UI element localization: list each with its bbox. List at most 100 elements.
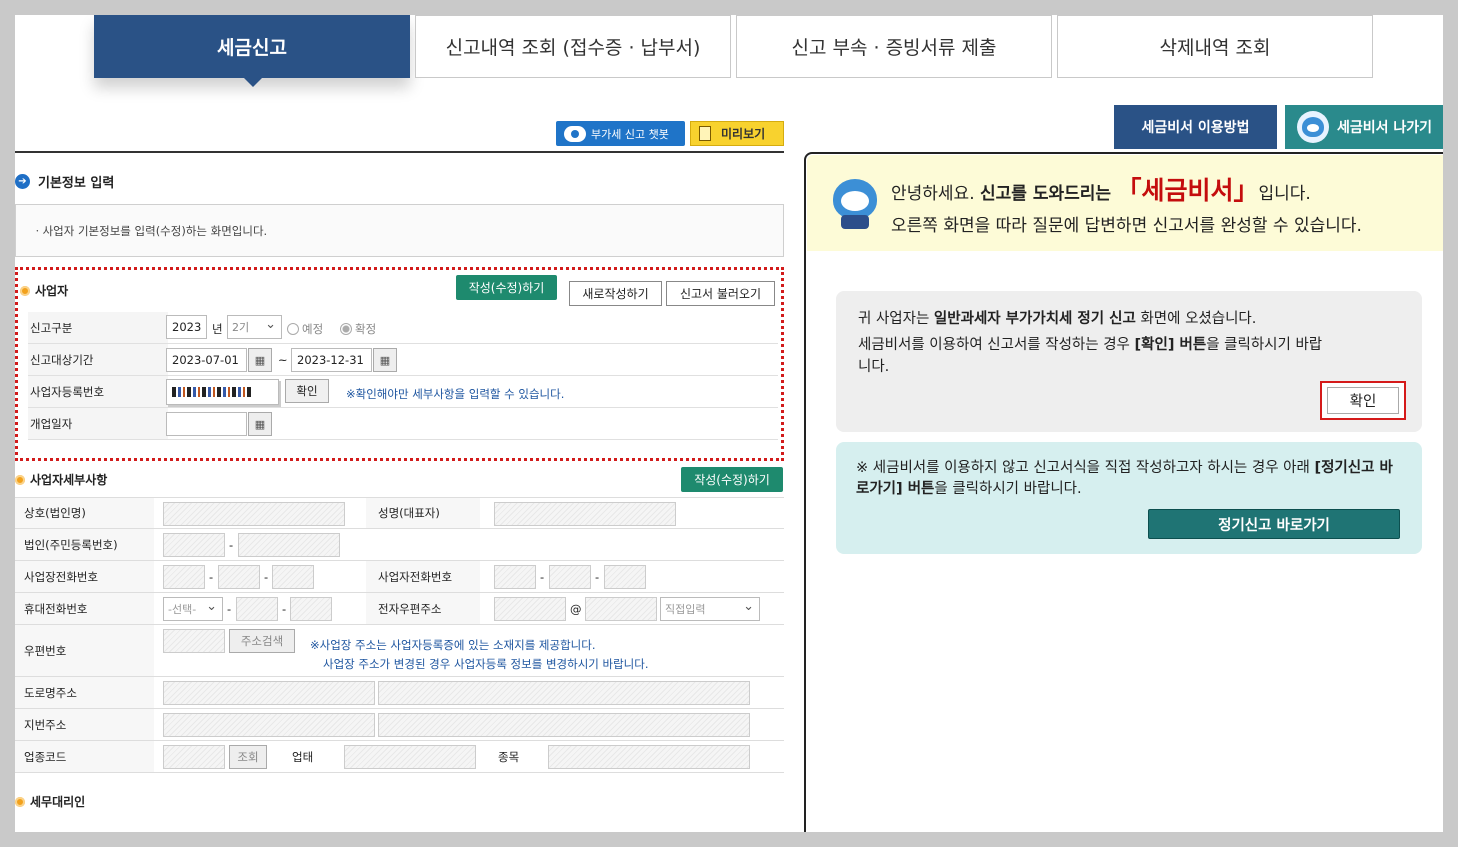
jibun-address-1[interactable] <box>163 713 375 737</box>
rep-input[interactable] <box>494 502 676 526</box>
calendar-icon[interactable]: ▦ <box>248 348 272 372</box>
biz-phone-1[interactable] <box>163 565 205 589</box>
business-edit-button[interactable]: 작성(수정)하기 <box>456 275 557 300</box>
email-id-input[interactable] <box>494 597 566 621</box>
period-start-input[interactable]: 2023-07-01 <box>166 348 247 372</box>
address-search-button[interactable]: 주소검색 <box>229 629 295 653</box>
biz-phone2-2[interactable] <box>549 565 591 589</box>
brn-label: 사업자등록번호 <box>28 376 168 407</box>
greeting-line-1: 안녕하세요. 신고를 도와드리는 「세금비서」입니다. <box>891 171 1311 207</box>
period-select[interactable]: 2기 <box>227 315 282 339</box>
exit-label: 세금비서 나가기 <box>1337 120 1433 136</box>
confirm-button[interactable]: 확인 <box>1327 387 1399 414</box>
greet-bold: 신고를 도와드리는 <box>980 184 1112 204</box>
calendar-icon[interactable]: ▦ <box>248 412 272 436</box>
page-container: 세금신고 신고내역 조회 (접수증 · 납부서) 신고 부속 · 증빙서류 제출… <box>15 15 1443 832</box>
dash: - <box>540 570 545 584</box>
brn-note: ※확인해야만 세부사항을 입력할 수 있습니다. <box>346 387 565 401</box>
zip-input[interactable] <box>163 629 225 653</box>
msg1-pre: 귀 사업자는 <box>858 311 930 327</box>
item-input[interactable] <box>548 745 750 769</box>
dash: - <box>264 570 269 584</box>
detail-edit-button[interactable]: 작성(수정)하기 <box>681 467 783 492</box>
mascot-icon <box>825 173 883 231</box>
road-address-1[interactable] <box>163 681 375 705</box>
chatbot-icon <box>564 125 586 142</box>
biz-phone-2[interactable] <box>218 565 260 589</box>
row-industry: 업종코드 조회 업태 종목 <box>15 741 784 773</box>
email-at: @ <box>570 602 582 616</box>
period-label: 신고대상기간 <box>28 344 168 375</box>
zip-label: 우편번호 <box>15 625 154 676</box>
assistant-exit-button[interactable]: 세금비서 나가기 <box>1285 105 1443 149</box>
business-highlight-box: 사업자 작성(수정)하기 새로작성하기 신고서 불러오기 신고구분 2023 년… <box>15 267 784 461</box>
preview-button[interactable]: 미리보기 <box>690 121 784 146</box>
mobile-prefix-select[interactable]: -선택- <box>163 597 223 621</box>
company-input[interactable] <box>163 502 345 526</box>
dash: - <box>227 602 232 616</box>
tab-attachments[interactable]: 신고 부속 · 증빙서류 제출 <box>736 15 1052 78</box>
bullet-icon <box>20 285 30 296</box>
bullet-icon <box>15 474 25 485</box>
period-end-input[interactable]: 2023-12-31 <box>291 348 372 372</box>
direct-post: 을 클릭하시기 바랍니다. <box>934 481 1082 497</box>
year-unit: 년 <box>212 322 223 336</box>
email-domain-select[interactable]: 직접입력 <box>660 597 760 621</box>
regular-filing-shortcut-button[interactable]: 정기신고 바로가기 <box>1148 509 1400 539</box>
chatbot-label: 부가세 신고 챗봇 <box>591 127 669 141</box>
email-label: 전자우편주소 <box>366 593 480 624</box>
industry-code-input[interactable] <box>163 745 225 769</box>
load-report-button[interactable]: 신고서 불러오기 <box>666 281 775 306</box>
biz-phone2-1[interactable] <box>494 565 536 589</box>
open-date-input[interactable] <box>166 412 247 436</box>
message-line-2: 세금비서를 이용하여 신고서를 작성하는 경우 [확인] 버튼을 클릭하시기 바… <box>858 334 1328 378</box>
dash: - <box>595 570 600 584</box>
jibun-address-2[interactable] <box>378 713 750 737</box>
greeting-line-2: 오른쪽 화면을 따라 질문에 답변하면 신고서를 완성할 수 있습니다. <box>891 216 1362 236</box>
radio-final[interactable]: 확정 <box>340 321 376 337</box>
corp-id-input1[interactable] <box>163 533 225 557</box>
brn-input[interactable] <box>166 379 279 405</box>
direct-write-message: ※ 세금비서를 이용하지 않고 신고서식을 직접 작성하고자 하시는 경우 아래… <box>836 442 1422 554</box>
road-address-2[interactable] <box>378 681 750 705</box>
biz-phone-3[interactable] <box>272 565 314 589</box>
message-line-1: 귀 사업자는 일반과세자 부가가치세 정기 신고 화면에 오셨습니다. <box>858 307 1256 328</box>
row-corp-id: 법인(주민등록번호) - <box>15 529 784 561</box>
assistant-usage-button[interactable]: 세금비서 이용방법 <box>1114 105 1277 149</box>
detail-title-text: 사업자세부사항 <box>30 473 108 487</box>
biz-phone2-3[interactable] <box>604 565 646 589</box>
new-write-button[interactable]: 새로작성하기 <box>569 281 662 306</box>
agent-title: 세무대리인 <box>15 793 85 810</box>
direct-pre: ※ 세금비서를 이용하지 않고 신고서식을 직접 작성하고자 하시는 경우 아래 <box>856 460 1310 476</box>
period-sep: ~ <box>278 353 288 367</box>
masked-number <box>172 387 252 397</box>
mobile-3[interactable] <box>290 597 332 621</box>
open-date-label: 개업일자 <box>28 408 168 439</box>
basic-info-title-text: 기본정보 입력 <box>38 176 115 191</box>
type-input[interactable] <box>344 745 476 769</box>
tab-filing-history[interactable]: 신고내역 조회 (접수증 · 납부서) <box>415 15 731 78</box>
brn-confirm-button[interactable]: 확인 <box>285 379 329 403</box>
mobile-2[interactable] <box>236 597 278 621</box>
assistant-name: 「세금비서」 <box>1116 176 1259 205</box>
dash: - <box>282 602 287 616</box>
jibun-label: 지번주소 <box>15 709 154 740</box>
year-input[interactable]: 2023 <box>166 315 207 339</box>
corp-id-input2[interactable] <box>238 533 340 557</box>
vat-chatbot-button[interactable]: 부가세 신고 챗봇 <box>556 121 685 146</box>
row-mobile: 휴대전화번호 -선택- - - 전자우편주소 @ 직접입력 <box>15 593 784 625</box>
info-box: ㆍ사업자 기본정보를 입력(수정)하는 화면입니다. <box>15 204 784 257</box>
business-title-text: 사업자 <box>35 284 69 298</box>
biz-phone2-label: 사업자전화번호 <box>366 561 480 592</box>
type-label: 업태 <box>280 741 344 772</box>
tab-tax-filing[interactable]: 세금신고 <box>94 15 410 87</box>
msg2-pre: 세금비서를 이용하여 신고서를 작성하는 경우 <box>858 337 1130 353</box>
msg1-bold: 일반과세자 부가가치세 정기 신고 <box>933 311 1136 327</box>
rep-label: 성명(대표자) <box>366 498 480 528</box>
email-domain-input[interactable] <box>585 597 657 621</box>
calendar-icon[interactable]: ▦ <box>373 348 397 372</box>
radio-scheduled[interactable]: 예정 <box>287 321 323 337</box>
industry-lookup-button[interactable]: 조회 <box>229 745 267 769</box>
business-title: 사업자 <box>20 282 68 299</box>
tab-deleted-history[interactable]: 삭제내역 조회 <box>1057 15 1373 78</box>
